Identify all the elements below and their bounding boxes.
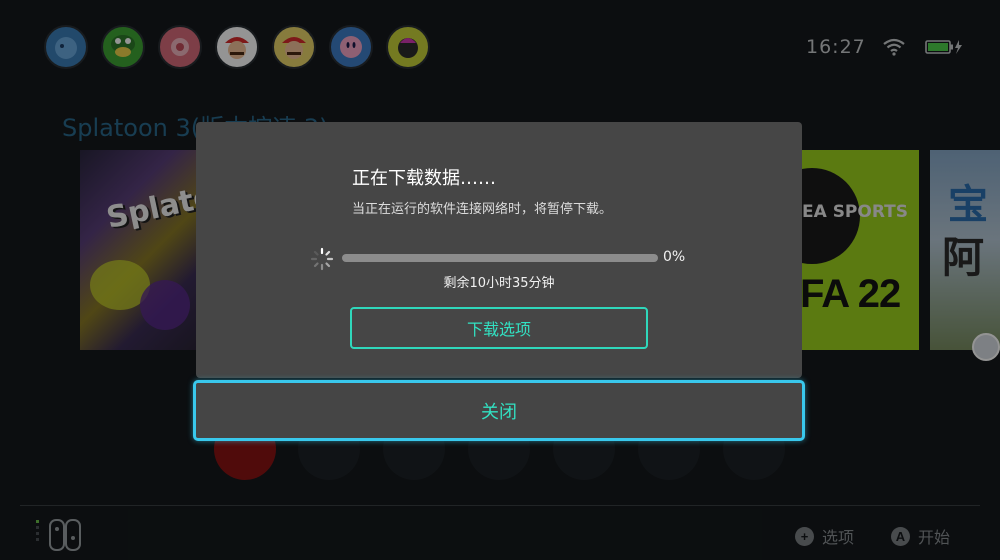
download-progress-percent: 0% xyxy=(663,249,686,265)
download-progress-bar xyxy=(342,254,658,262)
loading-spinner-icon xyxy=(310,247,334,271)
dialog-title: 正在下载数据…… xyxy=(352,168,496,189)
download-remaining-time: 剩余10小时35分钟 xyxy=(443,276,555,291)
download-dialog: 正在下载数据…… 当正在运行的软件连接网络时，将暂停下载。 0% 剩余10小时3… xyxy=(196,122,802,378)
dialog-subtitle: 当正在运行的软件连接网络时，将暂停下载。 xyxy=(352,202,613,217)
close-button[interactable]: 关闭 xyxy=(193,380,805,441)
download-options-button[interactable]: 下载选项 xyxy=(350,307,648,349)
